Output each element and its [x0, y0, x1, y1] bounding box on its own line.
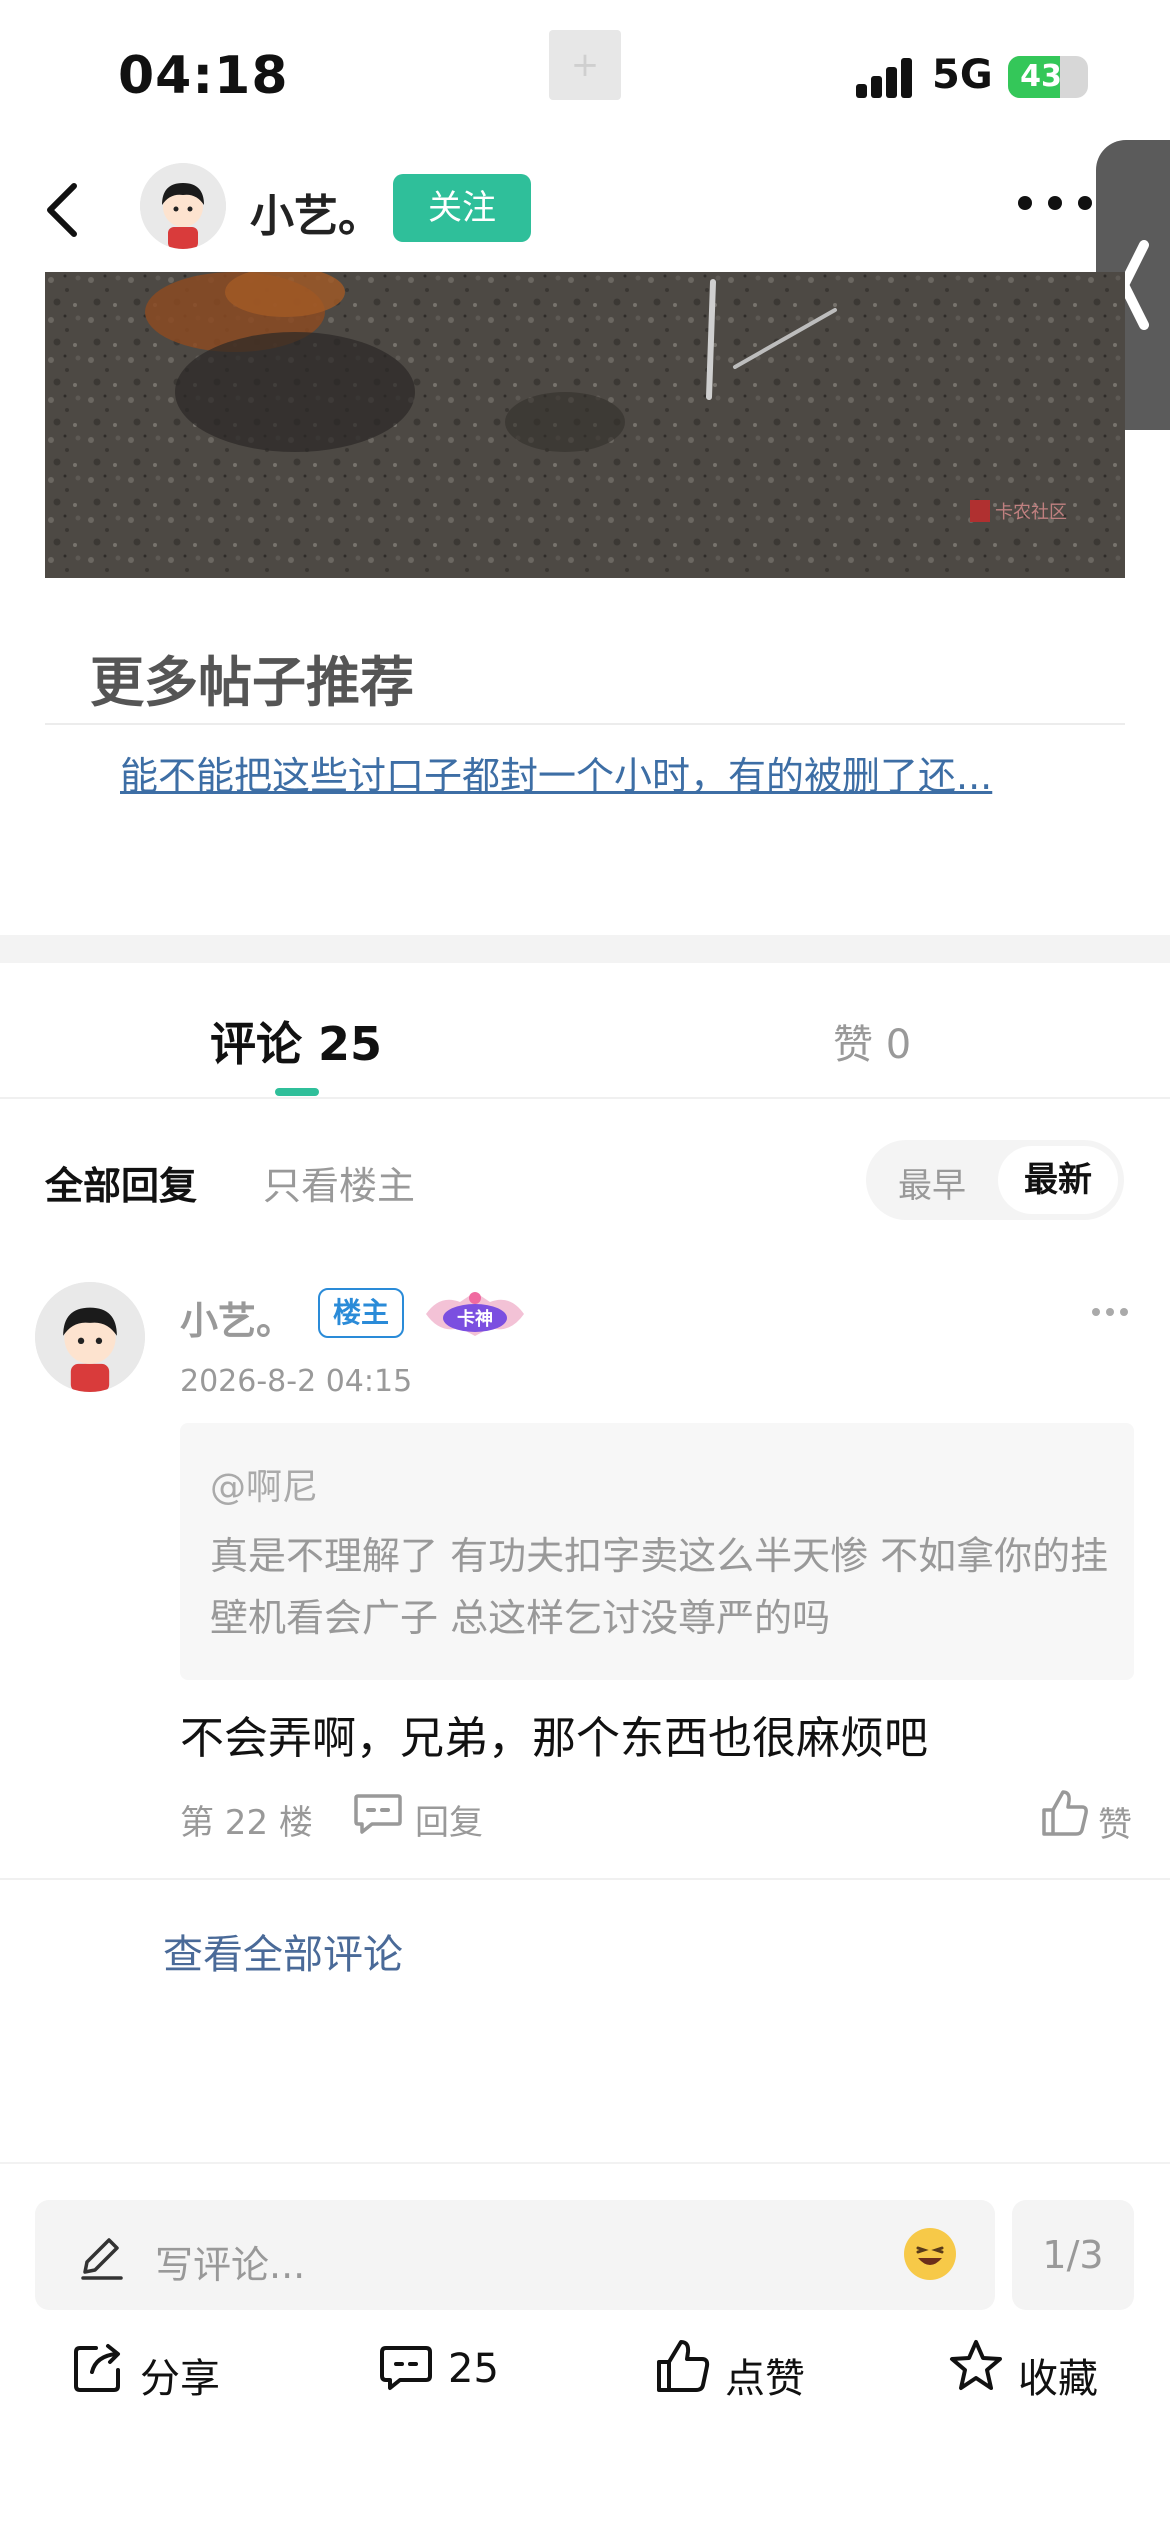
status-time: 04:18 — [118, 46, 289, 106]
quoted-user[interactable]: @啊尼 — [210, 1458, 318, 1510]
view-all-comments-link[interactable]: 查看全部评论 — [163, 1922, 403, 1980]
post-image[interactable]: 卡农社区 — [45, 272, 1125, 578]
reply-icon[interactable] — [352, 1792, 404, 1836]
sort-earliest[interactable]: 最早 — [898, 1158, 966, 1207]
reply-button[interactable]: 回复 — [415, 1795, 483, 1844]
pen-icon — [75, 2230, 127, 2282]
like-post-button[interactable]: 点赞 — [725, 2346, 805, 2404]
comment-author[interactable]: 小艺。 — [180, 1290, 294, 1345]
tab-comments[interactable]: 评论 25 — [210, 1008, 382, 1074]
share-button[interactable]: 分享 — [140, 2346, 220, 2404]
emoji-icon[interactable] — [904, 2228, 956, 2280]
back-icon — [47, 183, 77, 237]
divider — [0, 1097, 1170, 1099]
comment-count[interactable]: 25 — [448, 2346, 499, 2392]
follow-button[interactable]: 关注 — [393, 174, 531, 242]
divider — [45, 723, 1125, 725]
comment-more-button[interactable] — [1092, 1308, 1132, 1318]
title-badge: 卡神 — [420, 1288, 530, 1340]
comment-time: 2026-8-2 04:15 — [180, 1364, 413, 1399]
recommended-post-link[interactable]: 能不能把这些讨口子都封一个小时，有的被删了还... — [120, 745, 1080, 800]
image-watermark: 卡农社区 — [995, 502, 1067, 523]
quoted-text: 真是不理解了 有功夫扣字卖这么半天惨 不如拿你的挂壁机看会广子 总这样乞讨没尊严… — [210, 1534, 1109, 1640]
network-type: 5G — [932, 52, 993, 98]
sort-newest[interactable]: 最新 — [998, 1146, 1118, 1214]
header-username[interactable]: 小艺。 — [250, 180, 382, 244]
title-badge-text: 卡神 — [457, 1308, 493, 1330]
floor-number: 第 22 楼 — [180, 1803, 313, 1843]
more-button[interactable] — [1018, 196, 1098, 216]
star-icon[interactable] — [948, 2338, 1004, 2394]
filter-all-replies[interactable]: 全部回复 — [45, 1155, 197, 1210]
section-gap — [0, 935, 1170, 963]
comment-avatar[interactable] — [35, 1282, 145, 1392]
active-tab-indicator — [275, 1088, 319, 1096]
thumbs-up-icon[interactable] — [655, 2338, 711, 2394]
signal-icon — [856, 58, 916, 98]
screen-record-indicator: + — [549, 30, 621, 100]
like-icon[interactable] — [1040, 1788, 1090, 1838]
header-avatar[interactable] — [140, 163, 226, 249]
battery-level: 43 — [1020, 59, 1062, 94]
battery-icon: 43 — [1008, 56, 1088, 98]
favorite-button[interactable]: 收藏 — [1018, 2346, 1098, 2404]
comment-input-placeholder[interactable]: 写评论... — [155, 2234, 305, 2289]
divider — [0, 2162, 1170, 2164]
tab-likes[interactable]: 赞 0 — [833, 1012, 911, 1070]
filter-op-only[interactable]: 只看楼主 — [263, 1155, 415, 1210]
comment-icon[interactable] — [378, 2340, 434, 2396]
op-badge: 楼主 — [318, 1288, 404, 1338]
comment-body: 不会弄啊，兄弟，那个东西也很麻烦吧 — [180, 1713, 928, 1764]
like-button[interactable]: 赞 — [1098, 1797, 1132, 1846]
back-button[interactable] — [40, 180, 90, 240]
divider — [0, 1878, 1170, 1880]
more-posts-heading: 更多帖子推荐 — [90, 651, 414, 714]
share-icon[interactable] — [70, 2340, 126, 2396]
page-indicator[interactable]: 1/3 — [1012, 2200, 1134, 2310]
